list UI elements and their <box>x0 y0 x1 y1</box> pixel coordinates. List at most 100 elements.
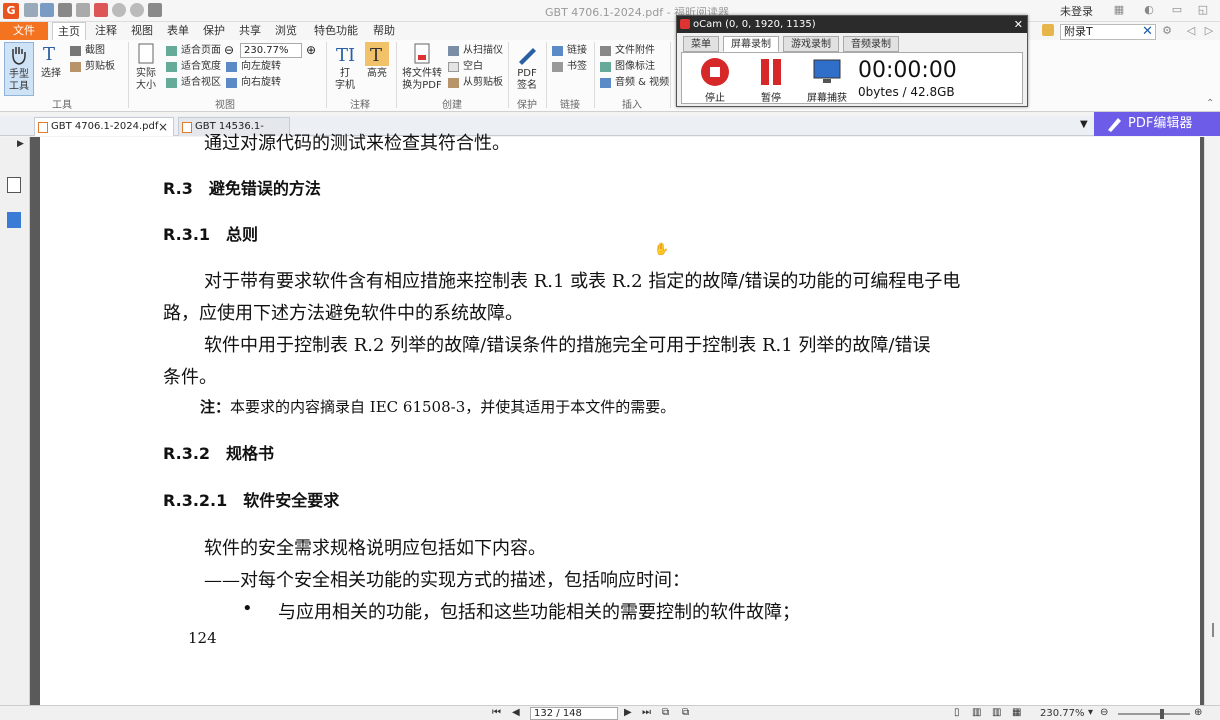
fit-page-button[interactable]: 适合页面 <box>166 43 221 59</box>
divider <box>670 42 671 108</box>
next-result-icon[interactable]: ▷ <box>1202 24 1216 38</box>
previous-view-icon[interactable]: ⧉ <box>662 707 669 718</box>
image-icon <box>600 62 611 72</box>
ocam-tab-menu[interactable]: 菜单 <box>683 36 719 52</box>
page-thumbnail-icon[interactable] <box>7 177 21 193</box>
minimize-icon[interactable]: ▭ <box>1170 3 1184 17</box>
ocam-close-icon[interactable]: ✕ <box>1014 16 1023 33</box>
prev-result-icon[interactable]: ◁ <box>1184 24 1198 38</box>
search-settings-icon[interactable]: ⚙ <box>1160 24 1174 38</box>
stop-button[interactable]: 停止 <box>690 57 740 104</box>
ocam-tab-game-record[interactable]: 游戏录制 <box>783 36 839 52</box>
tab-list-dropdown-icon[interactable]: ▼ <box>1080 119 1088 130</box>
typewriter-button[interactable]: TI 打 字机 <box>330 42 360 94</box>
find-icon[interactable] <box>1042 24 1054 36</box>
zoom-dropdown-icon[interactable]: ▾ <box>1088 707 1093 718</box>
screenshot-button[interactable]: 截图 <box>70 43 105 59</box>
first-page-icon[interactable]: ⏮ <box>492 707 501 718</box>
rotate-left-button[interactable]: 向左旋转 <box>226 59 281 75</box>
tab-view[interactable]: 视图 <box>126 22 158 40</box>
undo-icon[interactable] <box>112 3 126 17</box>
continuous-facing-icon[interactable]: ▦ <box>1012 707 1021 718</box>
highlight-button[interactable]: T 高亮 <box>362 42 392 94</box>
zoom-out-icon[interactable]: ⊖ <box>224 43 234 57</box>
tab-features[interactable]: 特色功能 <box>306 22 366 40</box>
audio-video-button[interactable]: 音频 & 视频 <box>600 75 669 91</box>
fit-width-button[interactable]: 适合宽度 <box>166 59 221 75</box>
divider <box>546 42 547 108</box>
tab-home[interactable]: 主页 <box>52 22 86 40</box>
fit-view-icon <box>166 78 177 88</box>
image-annotation-button[interactable]: 图像标注 <box>600 59 655 75</box>
tab-protect[interactable]: 保护 <box>198 22 230 40</box>
zoom-select[interactable]: 230.77% <box>240 43 302 58</box>
zoom-in-icon[interactable]: ⊕ <box>1194 707 1202 718</box>
convert-to-pdf-button[interactable]: 将文件转 换为PDF <box>400 42 444 94</box>
pause-button[interactable]: 暂停 <box>746 57 796 104</box>
stamp-icon[interactable] <box>148 3 162 17</box>
pdf-editor-button[interactable]: PDF编辑器 <box>1094 112 1220 136</box>
maximize-icon[interactable]: ◱ <box>1196 3 1210 17</box>
facing-icon[interactable]: ▥ <box>992 707 1001 718</box>
group-label-insert: 插入 <box>622 100 642 111</box>
page-number-input[interactable]: 132 / 148 <box>530 707 618 720</box>
rotate-right-button[interactable]: 向右旋转 <box>226 75 281 91</box>
select-button[interactable]: T 选择 <box>38 42 64 94</box>
clear-search-icon[interactable]: ✕ <box>1142 24 1153 39</box>
blank-button[interactable]: 空白 <box>448 59 483 75</box>
tab-form[interactable]: 表单 <box>162 22 194 40</box>
select-label: 选择 <box>41 68 61 79</box>
list-item: 与应用相关的功能，包括和这些功能相关的需要控制的软件故障； <box>278 602 800 623</box>
zoom-out-icon[interactable]: ⊖ <box>1100 707 1108 718</box>
foxit-logo-icon[interactable]: G <box>3 3 19 19</box>
tab-browse[interactable]: 浏览 <box>270 22 302 40</box>
pdf-icon[interactable] <box>94 3 108 17</box>
expand-panel-icon[interactable]: ▶ <box>17 139 24 149</box>
pdf-sign-button[interactable]: PDF 签名 <box>512 42 542 94</box>
collapse-ribbon-icon[interactable]: ⌃ <box>1206 98 1214 109</box>
zoom-slider[interactable] <box>1118 713 1190 715</box>
scroll-thumb[interactable] <box>1212 623 1214 637</box>
blank-page-icon[interactable] <box>76 3 90 17</box>
heading-r31: R.3.1 总则 <box>163 225 259 244</box>
save-icon[interactable] <box>40 3 54 17</box>
hand-tool-button[interactable]: 手型 工具 <box>4 42 34 96</box>
login-link[interactable]: 未登录 <box>1060 3 1093 19</box>
tab-help[interactable]: 帮助 <box>368 22 400 40</box>
ocam-tab-audio-record[interactable]: 音频录制 <box>843 36 899 52</box>
from-clipboard-button[interactable]: 从剪贴板 <box>448 75 503 91</box>
tab-file[interactable]: 文件 <box>0 22 48 40</box>
vertical-scrollbar[interactable] <box>1204 137 1220 705</box>
link-button[interactable]: 链接 <box>552 43 587 59</box>
ocam-tab-screen-record[interactable]: 屏幕录制 <box>723 36 779 52</box>
doc-tab-active[interactable]: GBT 4706.1-2024.pdf × <box>34 117 174 136</box>
continuous-icon[interactable]: ▥ <box>972 707 981 718</box>
tab-annotate[interactable]: 注释 <box>90 22 122 40</box>
next-page-icon[interactable]: ▶ <box>624 707 632 718</box>
actual-size-button[interactable]: 实际 大小 <box>132 42 160 94</box>
zoom-in-icon[interactable]: ⊕ <box>306 43 316 57</box>
from-scanner-button[interactable]: 从扫描仪 <box>448 43 503 59</box>
print-icon[interactable] <box>58 3 72 17</box>
open-icon[interactable] <box>24 3 38 17</box>
bookmark-button[interactable]: 书签 <box>552 59 587 75</box>
tab-share[interactable]: 共享 <box>234 22 266 40</box>
prev-page-icon[interactable]: ◀ <box>512 707 520 718</box>
redo-icon[interactable] <box>130 3 144 17</box>
last-page-icon[interactable]: ⏭ <box>642 707 651 718</box>
layout-icon[interactable]: ▦ <box>1112 3 1126 17</box>
fit-view-button[interactable]: 适合视区 <box>166 75 221 91</box>
divider <box>594 42 595 108</box>
single-page-icon[interactable]: ▯ <box>954 707 960 718</box>
layers-icon[interactable] <box>7 212 21 228</box>
zoom-level[interactable]: 230.77% <box>1040 708 1085 719</box>
close-tab-icon[interactable]: × <box>158 118 168 136</box>
zoom-slider-thumb[interactable] <box>1160 709 1164 719</box>
screen-capture-button[interactable]: 屏幕捕获 <box>802 57 852 104</box>
file-attachment-button[interactable]: 文件附件 <box>600 43 655 59</box>
document-viewport[interactable]: 通过对源代码的测试来检查其符合性。 R.3 避免错误的方法 R.3.1 总则 对… <box>30 133 1204 705</box>
next-view-icon[interactable]: ⧉ <box>682 707 689 718</box>
bookmark-icon <box>552 62 563 72</box>
clipboard-button[interactable]: 剪贴板 <box>70 59 115 75</box>
skin-icon[interactable]: ◐ <box>1142 3 1156 17</box>
